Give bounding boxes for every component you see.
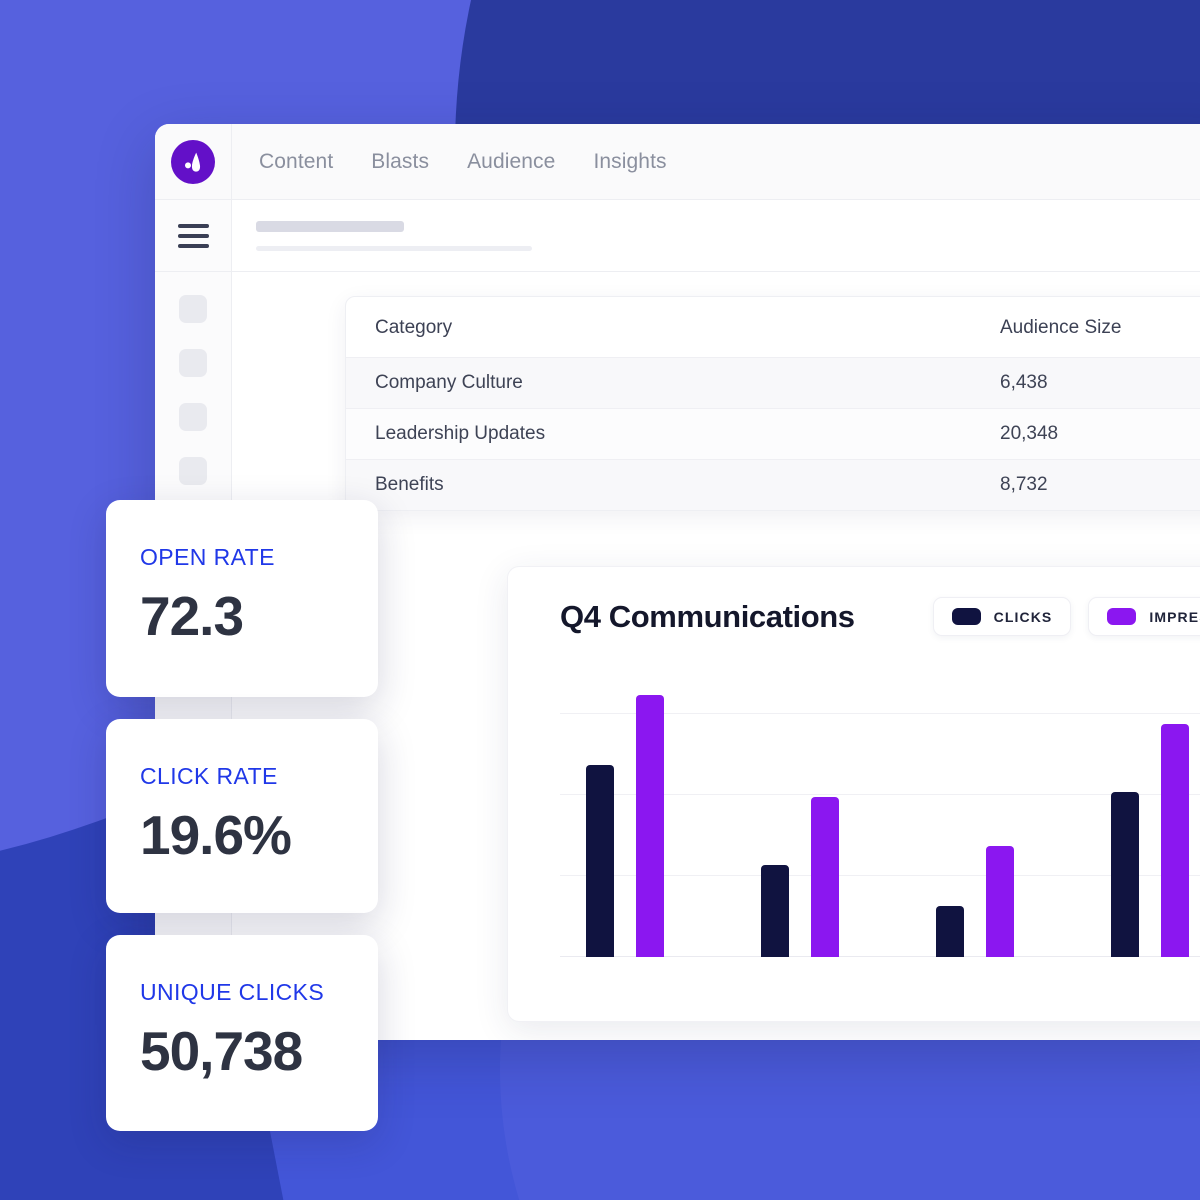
search-underline <box>256 245 532 251</box>
hamburger-line <box>177 233 209 238</box>
legend-item-impressions[interactable]: IMPRESSIONS <box>1088 597 1200 636</box>
chart-bar-group <box>936 846 1014 957</box>
kpi-value: 50,738 <box>140 1020 303 1082</box>
chart-bar-clicks[interactable] <box>936 905 964 957</box>
cell-audience-size: 8,732 <box>1000 474 1048 495</box>
table-row[interactable]: Benefits 8,732 <box>346 459 1200 510</box>
chart-bar-impressions[interactable] <box>1161 724 1189 957</box>
chart-header: Q4 Communications CLICKS IMPRESSIONS <box>560 597 1200 636</box>
search-input[interactable] <box>256 220 404 232</box>
chart-bar-clicks[interactable] <box>1111 792 1139 957</box>
sidebar-item-placeholder[interactable] <box>179 349 207 377</box>
legend-swatch-clicks <box>951 608 981 625</box>
table-row[interactable]: Company Culture 6,438 <box>346 357 1200 409</box>
kpi-value: 72.3 <box>140 585 244 647</box>
chart-bar-clicks[interactable] <box>761 865 789 957</box>
search-row <box>232 200 1200 272</box>
chart-bar-groups <box>560 673 1200 957</box>
table-row[interactable]: Leadership Updates 20,348 <box>346 408 1200 460</box>
hamburger-line <box>177 223 209 228</box>
audience-table-card: Category Audience Size Company Culture 6… <box>345 296 1200 511</box>
sidebar-item-placeholder[interactable] <box>179 403 207 431</box>
chart-bar-group <box>586 694 664 957</box>
table-body: Company Culture 6,438 Leadership Updates… <box>346 357 1200 510</box>
chart-bar-impressions[interactable] <box>811 797 839 957</box>
sidebar-item-placeholder[interactable] <box>179 295 207 323</box>
kpi-card-open-rate[interactable]: OPEN RATE 72.3 <box>106 500 378 697</box>
app-logo-icon[interactable] <box>171 139 215 184</box>
kpi-card-unique-clicks[interactable]: UNIQUE CLICKS 50,738 <box>106 935 378 1131</box>
table-head: Category Audience Size <box>346 297 1200 358</box>
audience-table: Category Audience Size Company Culture 6… <box>346 297 1200 510</box>
chart-bar-impressions[interactable] <box>986 846 1014 957</box>
nav-item-audience[interactable]: Audience <box>467 150 555 174</box>
nav-item-insights[interactable]: Insights <box>593 150 666 174</box>
chart-legend: CLICKS IMPRESSIONS <box>932 597 1200 636</box>
cell-category: Leadership Updates <box>375 423 546 444</box>
legend-label-impressions: IMPRESSIONS <box>1149 608 1200 625</box>
chart-bar-group <box>1111 724 1189 957</box>
chart-bar-group <box>761 797 839 957</box>
sidebar-menu-cell <box>155 200 231 272</box>
kpi-label: OPEN RATE <box>140 544 275 570</box>
nav-items: Content Blasts Audience Insights <box>232 124 667 199</box>
hamburger-icon[interactable] <box>177 223 209 248</box>
logo-cell <box>155 124 232 199</box>
legend-label-clicks: CLICKS <box>993 608 1053 625</box>
table-area: Category Audience Size Company Culture 6… <box>232 272 1200 511</box>
kpi-label: CLICK RATE <box>140 763 278 789</box>
nav-item-blasts[interactable]: Blasts <box>371 150 429 174</box>
column-header-category: Category <box>375 317 453 338</box>
chart-bar-clicks[interactable] <box>586 764 614 957</box>
legend-item-clicks[interactable]: CLICKS <box>932 597 1072 636</box>
column-header-audience-size: Audience Size <box>1000 317 1122 338</box>
chart-plot-area <box>560 673 1200 957</box>
chart-bar-impressions[interactable] <box>636 694 664 957</box>
sidebar-item-placeholder[interactable] <box>179 457 207 485</box>
cell-audience-size: 6,438 <box>1000 372 1048 393</box>
chart-title: Q4 Communications <box>560 598 855 634</box>
top-navigation-bar: Content Blasts Audience Insights <box>155 124 1200 200</box>
table-header-row: Category Audience Size <box>346 297 1200 358</box>
kpi-card-click-rate[interactable]: CLICK RATE 19.6% <box>106 719 378 913</box>
kpi-value: 19.6% <box>140 804 292 866</box>
communications-chart-card: Q4 Communications CLICKS IMPRESSIONS <box>507 566 1200 1022</box>
cell-category: Company Culture <box>375 372 523 393</box>
hamburger-line <box>177 243 209 248</box>
nav-item-content[interactable]: Content <box>259 150 333 174</box>
legend-swatch-impressions <box>1107 608 1137 625</box>
cell-category: Benefits <box>375 474 444 495</box>
sidebar-items <box>179 272 207 485</box>
kpi-label: UNIQUE CLICKS <box>140 979 325 1005</box>
cell-audience-size: 20,348 <box>1000 423 1059 444</box>
